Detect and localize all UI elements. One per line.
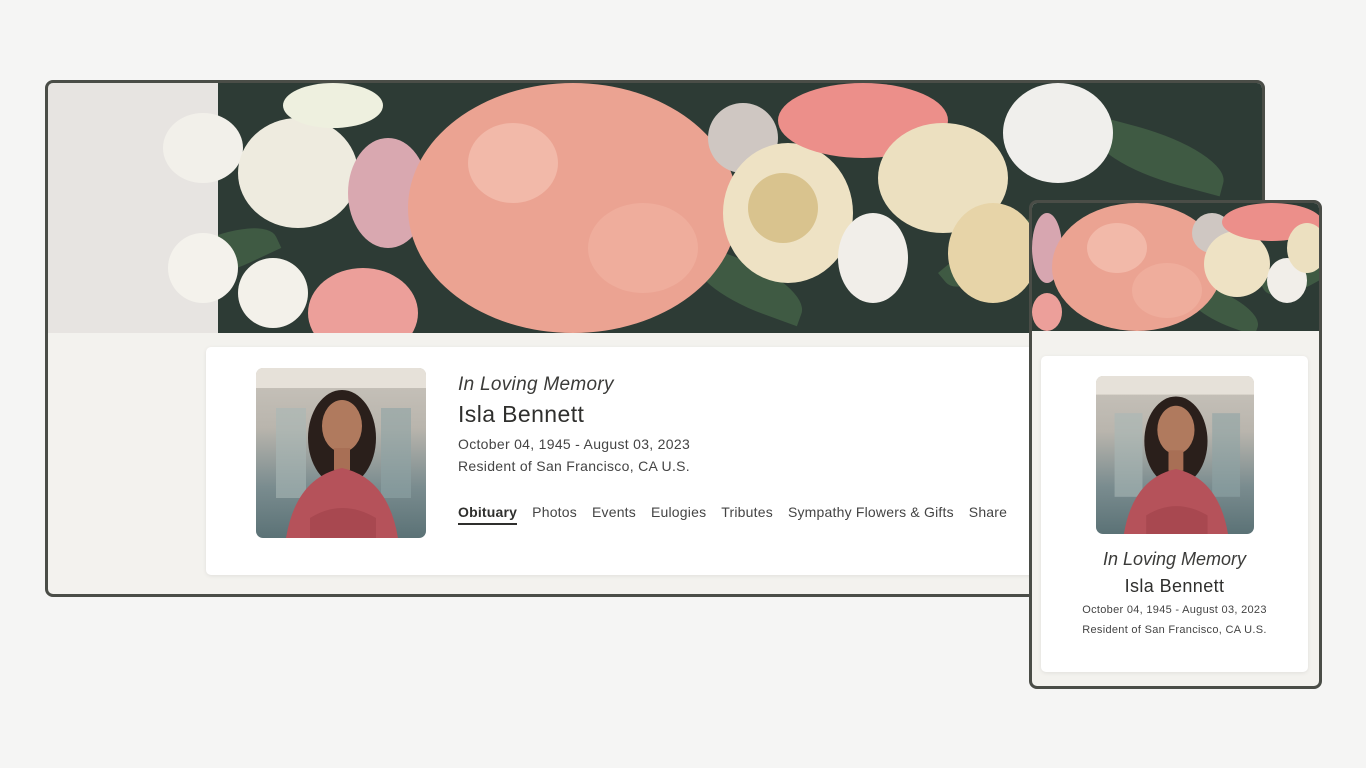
life-dates: October 04, 1945 - August 03, 2023 (458, 436, 691, 452)
memorial-card: In Loving Memory Isla Bennett October 04… (206, 347, 1106, 575)
profile-photo (256, 368, 426, 538)
tab-share[interactable]: Share (969, 504, 1007, 525)
memorial-tabs: Obituary Photos Events Eulogies Tributes… (458, 504, 1007, 525)
floral-banner-image-mobile (1032, 203, 1319, 331)
in-loving-memory-heading: In Loving Memory (458, 374, 614, 395)
tab-events[interactable]: Events (592, 504, 636, 525)
tab-tributes[interactable]: Tributes (721, 504, 773, 525)
tab-obituary[interactable]: Obituary (458, 504, 518, 525)
memorial-card-mobile: In Loving Memory Isla Bennett October 04… (1041, 356, 1308, 672)
in-loving-memory-heading-mobile: In Loving Memory (1102, 549, 1247, 569)
deceased-name: Isla Bennett (458, 401, 585, 427)
profile-photo-mobile (1096, 376, 1254, 534)
tab-eulogies[interactable]: Eulogies (651, 504, 706, 525)
tab-photos[interactable]: Photos (532, 504, 577, 525)
residence-text-mobile: Resident of San Francisco, CA U.S. (1082, 624, 1267, 636)
deceased-name-mobile: Isla Bennett (1124, 576, 1225, 596)
mobile-preview: In Loving Memory Isla Bennett October 04… (1029, 200, 1322, 689)
tab-sympathy-flowers-gifts[interactable]: Sympathy Flowers & Gifts (788, 504, 954, 525)
life-dates-mobile: October 04, 1945 - August 03, 2023 (1082, 604, 1267, 616)
residence-text: Resident of San Francisco, CA U.S. (458, 458, 690, 474)
